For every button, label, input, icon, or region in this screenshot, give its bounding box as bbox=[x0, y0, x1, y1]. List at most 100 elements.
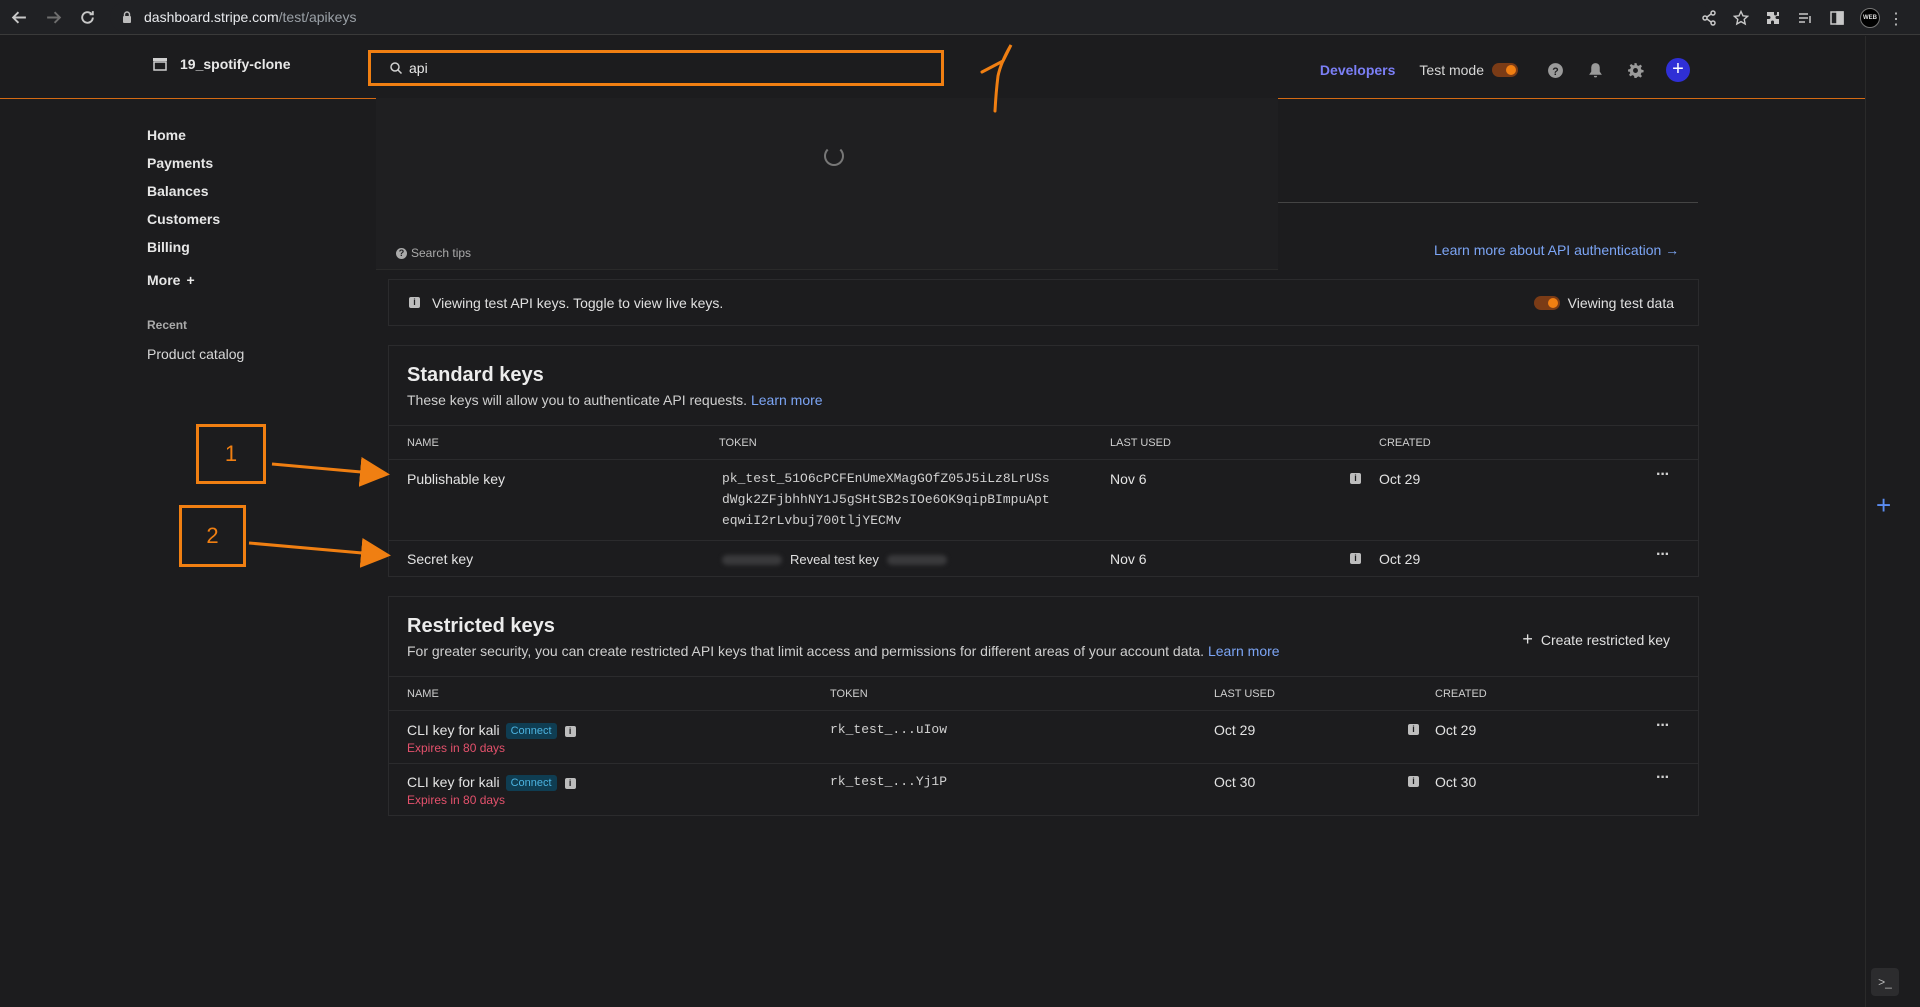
secret-key-name: Secret key bbox=[407, 551, 474, 567]
test-mode-toggle[interactable] bbox=[1492, 63, 1518, 77]
store-icon bbox=[153, 58, 167, 71]
reveal-test-key-button[interactable]: Reveal test key bbox=[722, 552, 947, 567]
plus-icon: + bbox=[1522, 629, 1533, 649]
info-icon[interactable]: i bbox=[564, 725, 576, 737]
recent-heading: Recent bbox=[147, 318, 188, 332]
sidebar-item-payments[interactable]: Payments bbox=[147, 154, 347, 182]
search-results-dropdown: ? Search tips bbox=[376, 98, 1278, 270]
sidebar: Home Payments Balances Customers Billing… bbox=[147, 126, 347, 362]
add-widget-plus-icon[interactable]: + bbox=[1876, 490, 1891, 521]
restricted-last-used: Oct 29 bbox=[1214, 722, 1256, 738]
learn-api-auth-link[interactable]: Learn more about API authentication → bbox=[1434, 242, 1679, 258]
connect-badge: Connect bbox=[505, 723, 557, 740]
restricted-token[interactable]: rk_test_...Yj1P bbox=[830, 771, 947, 792]
divider bbox=[389, 676, 1698, 677]
help-icon[interactable]: ? bbox=[1546, 61, 1564, 79]
row-menu-icon[interactable]: ··· bbox=[1656, 717, 1670, 735]
settings-gear-icon[interactable] bbox=[1626, 61, 1644, 79]
divider bbox=[389, 425, 1698, 426]
restricted-key-name-label: CLI key for kali bbox=[407, 722, 500, 738]
col-created: CREATED bbox=[1379, 437, 1431, 449]
col-name: NAME bbox=[407, 688, 439, 700]
info-icon[interactable]: i bbox=[1350, 553, 1361, 564]
restricted-last-used: Oct 30 bbox=[1214, 774, 1256, 790]
divider bbox=[389, 459, 1698, 460]
info-icon[interactable]: i bbox=[1350, 473, 1361, 484]
annotation-box-1: 1 bbox=[196, 424, 266, 484]
search-input[interactable] bbox=[409, 60, 909, 76]
divider bbox=[389, 763, 1698, 764]
address-bar[interactable]: dashboard.stripe.com/test/apikeys bbox=[110, 2, 1710, 32]
url-host: dashboard.stripe.com bbox=[144, 9, 279, 25]
restricted-key-name-label: CLI key for kali bbox=[407, 774, 500, 790]
notice-text: Viewing test API keys. Toggle to view li… bbox=[432, 294, 724, 311]
restricted-token[interactable]: rk_test_...uIow bbox=[830, 719, 947, 740]
restricted-key-name[interactable]: CLI key for kali Connect i bbox=[407, 774, 576, 792]
row-menu-icon[interactable]: ··· bbox=[1656, 769, 1670, 787]
expires-label: Expires in 80 days bbox=[407, 793, 506, 807]
share-icon[interactable] bbox=[1700, 9, 1718, 27]
publishable-key-token[interactable]: pk_test_51O6cPCFEnUmeXMagGOfZ05J5iLz8LrU… bbox=[722, 468, 1050, 531]
restricted-key-name[interactable]: CLI key for kali Connect i bbox=[407, 722, 576, 740]
restricted-created: Oct 30 bbox=[1435, 774, 1477, 790]
reload-icon[interactable] bbox=[72, 2, 102, 32]
token-line: eqwiI2rLvbuj700tljYECMv bbox=[722, 513, 902, 528]
info-icon[interactable]: i bbox=[1408, 724, 1419, 735]
col-created: CREATED bbox=[1435, 688, 1487, 700]
sidebar-item-billing[interactable]: Billing bbox=[147, 238, 347, 266]
sidebar-more-label: More bbox=[147, 272, 181, 288]
viewing-test-data-label: Viewing test data bbox=[1567, 295, 1674, 311]
terminal-icon[interactable]: >_ bbox=[1871, 968, 1899, 996]
test-mode-label: Test mode bbox=[1419, 62, 1484, 78]
info-icon[interactable]: i bbox=[564, 777, 576, 789]
loading-spinner-icon bbox=[824, 146, 844, 166]
profile-avatar[interactable]: WEB bbox=[1860, 7, 1880, 28]
reading-list-icon[interactable] bbox=[1796, 9, 1814, 27]
extensions-icon[interactable] bbox=[1764, 9, 1782, 27]
standard-keys-description: These keys will allow you to authenticat… bbox=[407, 392, 823, 408]
browser-menu-icon[interactable]: ⋮ bbox=[1888, 9, 1904, 29]
annotation-box-2: 2 bbox=[179, 505, 246, 567]
blurred-token bbox=[886, 554, 947, 565]
lock-icon bbox=[123, 11, 131, 23]
secret-created: Oct 29 bbox=[1379, 551, 1421, 567]
search-box[interactable] bbox=[368, 50, 944, 86]
sidebar-item-home[interactable]: Home bbox=[147, 126, 347, 154]
back-icon[interactable] bbox=[4, 2, 34, 32]
view-test-data-toggle[interactable] bbox=[1533, 296, 1560, 310]
info-icon[interactable]: i bbox=[1408, 776, 1419, 787]
publishable-created: Oct 29 bbox=[1379, 471, 1421, 487]
restricted-keys-section: Restricted keys For greater security, yo… bbox=[388, 596, 1699, 816]
account-switcher[interactable]: 19_spotify-clone bbox=[152, 56, 290, 72]
search-icon bbox=[390, 62, 403, 75]
forward-icon[interactable] bbox=[38, 2, 68, 32]
row-menu-icon[interactable]: ··· bbox=[1656, 546, 1670, 564]
publishable-key-name: Publishable key bbox=[407, 471, 506, 487]
developers-link[interactable]: Developers bbox=[1320, 62, 1395, 78]
svg-text:?: ? bbox=[1552, 65, 1558, 77]
row-menu-icon[interactable]: ··· bbox=[1656, 466, 1670, 484]
col-token: TOKEN bbox=[830, 688, 868, 700]
reveal-test-key-label: Reveal test key bbox=[790, 552, 879, 567]
side-panel-icon[interactable] bbox=[1828, 9, 1846, 27]
notifications-bell-icon[interactable] bbox=[1586, 61, 1604, 79]
search-tips[interactable]: ? Search tips bbox=[396, 246, 471, 260]
sidebar-item-more[interactable]: More + bbox=[147, 266, 347, 294]
blurred-token bbox=[722, 554, 782, 565]
restricted-keys-learn-more-link[interactable]: Learn more bbox=[1208, 643, 1280, 659]
bookmark-star-icon[interactable] bbox=[1732, 9, 1750, 27]
sidebar-item-customers[interactable]: Customers bbox=[147, 210, 347, 238]
create-restricted-key-button[interactable]: + Create restricted key bbox=[1522, 629, 1670, 650]
question-icon: ? bbox=[396, 247, 407, 259]
search-tips-label: Search tips bbox=[411, 246, 472, 260]
annotation-arrow-2 bbox=[248, 537, 391, 568]
standard-keys-learn-more-link[interactable]: Learn more bbox=[751, 392, 823, 408]
url-path: /test/apikeys bbox=[278, 9, 357, 25]
recent-item-product-catalog[interactable]: Product catalog bbox=[147, 346, 347, 362]
create-plus-icon[interactable]: + bbox=[1666, 58, 1690, 82]
publishable-last-used: Nov 6 bbox=[1110, 471, 1147, 487]
token-line: dWgk2ZFjbhhNY1J5gSHtSB2sIOe6OK9qipBImpuA… bbox=[722, 492, 1050, 507]
restricted-created: Oct 29 bbox=[1435, 722, 1477, 738]
expires-label: Expires in 80 days bbox=[407, 741, 506, 755]
sidebar-item-balances[interactable]: Balances bbox=[147, 182, 347, 210]
